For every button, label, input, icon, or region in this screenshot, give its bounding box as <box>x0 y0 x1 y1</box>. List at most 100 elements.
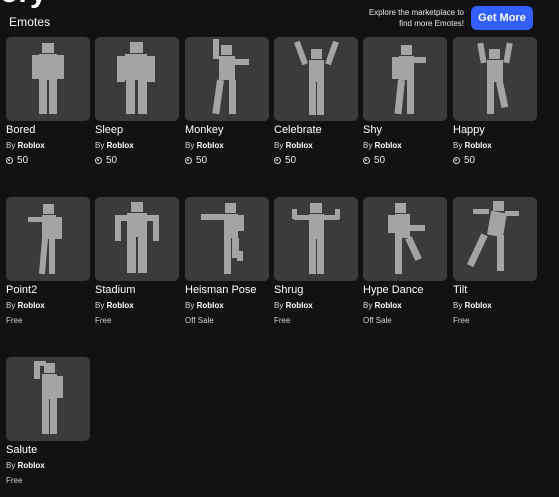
avatar-figure-icon <box>212 39 249 115</box>
creator-name[interactable]: Roblox <box>465 301 492 310</box>
creator-line: By Roblox <box>274 141 358 152</box>
creator-name[interactable]: Roblox <box>197 141 224 150</box>
creator-name[interactable]: Roblox <box>18 301 45 310</box>
emote-card-shrug[interactable]: Shrug By Roblox Free <box>274 197 358 337</box>
emote-thumbnail <box>6 37 90 121</box>
marketplace-promo-text: Explore the marketplace to find more Emo… <box>334 7 464 29</box>
emote-name: Bored <box>6 124 36 136</box>
emote-card-sleep[interactable]: Sleep By Roblox 50 <box>95 37 179 177</box>
emote-name: Celebrate <box>274 124 322 136</box>
emote-card-monkey[interactable]: Monkey By Roblox 50 <box>185 37 269 177</box>
price-status: Free <box>453 315 470 325</box>
emote-card-heisman-pose[interactable]: Heisman Pose By Roblox Off Sale <box>185 197 269 337</box>
price-status: Free <box>6 315 23 325</box>
promo-line-1: Explore the marketplace to <box>368 8 464 17</box>
section-title: Emotes <box>9 15 51 29</box>
by-label: By <box>274 301 284 310</box>
by-label: By <box>185 301 195 310</box>
creator-line: By Roblox <box>6 301 90 312</box>
by-label: By <box>6 301 16 310</box>
creator-line: By Roblox <box>95 141 179 152</box>
avatar-figure-icon <box>292 203 340 274</box>
emote-thumbnail <box>6 357 90 441</box>
by-label: By <box>363 301 373 310</box>
emote-card-stadium[interactable]: Stadium By Roblox Free <box>95 197 179 337</box>
get-more-button[interactable]: Get More <box>471 6 533 30</box>
creator-line: By Roblox <box>453 301 537 312</box>
robux-icon <box>453 156 460 164</box>
price-value: 50 <box>196 154 208 166</box>
emote-thumbnail <box>453 197 537 281</box>
emote-card-hype-dance[interactable]: Hype Dance By Roblox Off Sale <box>363 197 447 337</box>
price-line: 50 <box>95 154 179 166</box>
price-value: 50 <box>374 154 386 166</box>
price-line: 50 <box>185 154 269 166</box>
emote-card-tilt[interactable]: Tilt By Roblox Free <box>453 197 537 337</box>
price-value: 50 <box>17 154 29 166</box>
emote-thumbnail <box>95 37 179 121</box>
by-label: By <box>6 141 16 150</box>
creator-line: By Roblox <box>274 301 358 312</box>
price-status: Free <box>6 475 23 485</box>
price-line: 50 <box>6 154 90 166</box>
emote-name: Shy <box>363 124 382 136</box>
by-label: By <box>95 141 105 150</box>
creator-name[interactable]: Roblox <box>18 461 45 470</box>
emote-name: Stadium <box>95 284 136 296</box>
creator-line: By Roblox <box>185 141 269 152</box>
avatar-figure-icon <box>201 203 244 274</box>
by-label: By <box>95 301 105 310</box>
emote-thumbnail <box>274 197 358 281</box>
avatar-figure-icon <box>477 42 513 114</box>
avatar-figure-icon <box>467 201 519 271</box>
by-label: By <box>185 141 195 150</box>
by-label: By <box>363 141 373 150</box>
avatar-figure-icon <box>388 203 425 274</box>
emote-name: Heisman Pose <box>185 284 257 296</box>
creator-name[interactable]: Roblox <box>18 141 45 150</box>
creator-name[interactable]: Roblox <box>465 141 492 150</box>
emote-card-shy[interactable]: Shy By Roblox 50 <box>363 37 447 177</box>
price-status: Free <box>274 315 291 325</box>
creator-name[interactable]: Roblox <box>375 141 402 150</box>
avatar-figure-icon <box>28 204 62 275</box>
creator-line: By Roblox <box>6 461 90 472</box>
creator-name[interactable]: Roblox <box>197 301 224 310</box>
robux-icon <box>6 156 13 164</box>
creator-name[interactable]: Roblox <box>107 301 134 310</box>
creator-name[interactable]: Roblox <box>375 301 402 310</box>
avatar-figure-icon <box>34 361 63 434</box>
by-label: By <box>453 141 463 150</box>
emote-thumbnail <box>453 37 537 121</box>
robux-icon <box>274 156 281 164</box>
creator-line: By Roblox <box>363 141 447 152</box>
emote-card-bored[interactable]: Bored By Roblox 50 <box>6 37 90 177</box>
emote-name: Point2 <box>6 284 38 296</box>
emote-name: Sleep <box>95 124 124 136</box>
creator-name[interactable]: Roblox <box>286 301 313 310</box>
emote-card-happy[interactable]: Happy By Roblox 50 <box>453 37 537 177</box>
creator-line: By Roblox <box>453 141 537 152</box>
creator-name[interactable]: Roblox <box>286 141 313 150</box>
emote-name: Tilt <box>453 284 468 296</box>
page-heading: ory <box>0 0 47 8</box>
avatar-figure-icon <box>117 42 155 114</box>
creator-line: By Roblox <box>95 301 179 312</box>
emote-thumbnail <box>274 37 358 121</box>
creator-line: By Roblox <box>363 301 447 312</box>
avatar-figure-icon <box>32 43 64 114</box>
price-value: 50 <box>464 154 476 166</box>
price-value: 50 <box>285 154 297 166</box>
emote-thumbnail <box>185 37 269 121</box>
creator-line: By Roblox <box>6 141 90 152</box>
emote-name: Salute <box>6 444 38 456</box>
emote-card-salute[interactable]: Salute By Roblox Free <box>6 357 90 497</box>
emote-name: Shrug <box>274 284 304 296</box>
emote-card-celebrate[interactable]: Celebrate By Roblox 50 <box>274 37 358 177</box>
creator-name[interactable]: Roblox <box>107 141 134 150</box>
emote-card-point2[interactable]: Point2 By Roblox Free <box>6 197 90 337</box>
emote-thumbnail <box>185 197 269 281</box>
robux-icon <box>95 156 102 164</box>
emote-thumbnail <box>6 197 90 281</box>
avatar-figure-icon <box>392 45 426 115</box>
